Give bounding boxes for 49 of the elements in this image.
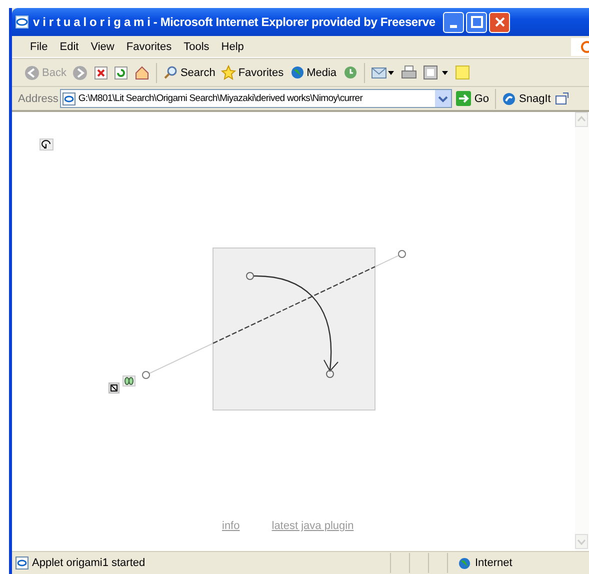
globe-icon bbox=[458, 556, 471, 570]
rotate-button[interactable] bbox=[40, 138, 54, 150]
toolbar-button[interactable]: Search bbox=[161, 65, 218, 80]
window-title: v i r t u a l o r i g a m i - Microsoft Internet Explorer provided by Freeserve bbox=[33, 15, 436, 29]
snagit-button[interactable]: SnagIt bbox=[500, 92, 553, 106]
leaf-icon[interactable] bbox=[122, 376, 136, 386]
address-field[interactable]: G:\M801\Lit Search\Origami Search\Miyazaki\derived works\Nimoy\currer bbox=[60, 89, 452, 108]
minimize-icon bbox=[450, 24, 458, 28]
toolbar-button[interactable]: Favorites bbox=[219, 65, 286, 80]
note-icon bbox=[454, 65, 470, 80]
history-icon bbox=[342, 65, 358, 80]
status-text: Applet origami1 started bbox=[32, 557, 146, 569]
printer-icon bbox=[400, 65, 417, 80]
toolbar-button[interactable] bbox=[368, 65, 397, 80]
capture-icon[interactable] bbox=[554, 92, 569, 106]
fold-handle[interactable] bbox=[398, 250, 406, 258]
menu-item[interactable]: Edit bbox=[54, 40, 85, 52]
minimize-button[interactable] bbox=[443, 12, 464, 32]
toolbar-button[interactable] bbox=[420, 65, 451, 80]
go-arrow-icon bbox=[456, 91, 472, 106]
go-button[interactable]: Go bbox=[454, 91, 492, 106]
menu-item[interactable]: View bbox=[84, 40, 120, 52]
search-icon bbox=[163, 65, 178, 80]
stop-icon bbox=[94, 66, 108, 80]
close-button[interactable] bbox=[489, 12, 510, 32]
toolbar-button[interactable]: Media bbox=[288, 65, 339, 80]
menu-item[interactable]: Help bbox=[215, 40, 250, 52]
page-icon bbox=[15, 556, 29, 570]
menu-item[interactable]: Tools bbox=[178, 40, 216, 52]
maximize-button[interactable] bbox=[466, 12, 488, 32]
browser-logo-icon bbox=[15, 15, 29, 29]
dropdown-icon[interactable] bbox=[435, 90, 452, 107]
arrow-start-handle[interactable] bbox=[246, 272, 254, 280]
home-icon bbox=[134, 64, 150, 80]
menu-item[interactable]: Favorites bbox=[120, 40, 178, 52]
page-icon bbox=[62, 92, 76, 106]
edit-icon bbox=[422, 65, 449, 80]
globe-icon bbox=[290, 65, 305, 80]
star-icon bbox=[221, 65, 236, 80]
close-icon bbox=[494, 17, 505, 27]
crease-icon[interactable] bbox=[108, 382, 120, 394]
maximize-icon bbox=[470, 16, 483, 28]
fold-handle[interactable] bbox=[142, 371, 150, 379]
zone-text: Internet bbox=[475, 557, 512, 569]
refresh-icon bbox=[114, 66, 128, 80]
swirl-icon bbox=[502, 92, 516, 106]
menu-item[interactable]: File bbox=[24, 40, 54, 52]
address-label: Address bbox=[18, 92, 58, 104]
mail-icon bbox=[370, 65, 395, 80]
